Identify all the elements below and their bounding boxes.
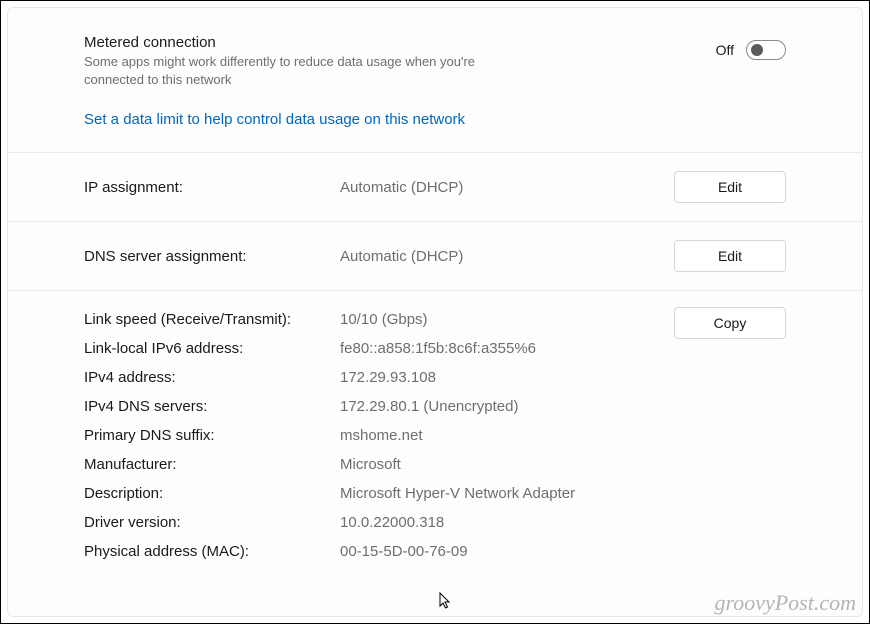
metered-connection-section: Metered connection Some apps might work … [8,8,862,153]
network-settings-panel: Metered connection Some apps might work … [7,7,863,617]
dns-assignment-row: DNS server assignment: Automatic (DHCP) … [8,222,862,291]
detail-label: Description: [84,485,340,502]
detail-label: Driver version: [84,514,340,531]
ip-assignment-value: Automatic (DHCP) [340,179,674,196]
metered-toggle[interactable] [746,40,786,60]
detail-line: IPv4 address: 172.29.93.108 [84,363,674,392]
detail-label: IPv4 DNS servers: [84,398,340,415]
metered-description: Some apps might work differently to redu… [84,53,504,89]
detail-label: Link-local IPv6 address: [84,340,340,357]
detail-value: 10.0.22000.318 [340,514,444,531]
detail-value: Microsoft [340,456,401,473]
detail-value: mshome.net [340,427,423,444]
ip-assignment-edit-button[interactable]: Edit [674,171,786,203]
data-limit-link[interactable]: Set a data limit to help control data us… [84,111,786,128]
detail-line: Primary DNS suffix: mshome.net [84,421,674,450]
network-details-section: Link speed (Receive/Transmit): 10/10 (Gb… [8,291,862,586]
detail-line: Manufacturer: Microsoft [84,450,674,479]
detail-label: Manufacturer: [84,456,340,473]
detail-line: IPv4 DNS servers: 172.29.80.1 (Unencrypt… [84,392,674,421]
ip-assignment-label: IP assignment: [84,179,340,196]
detail-value: 172.29.93.108 [340,369,436,386]
metered-title: Metered connection [84,34,716,51]
detail-line: Link-local IPv6 address: fe80::a858:1f5b… [84,334,674,363]
ip-assignment-row: IP assignment: Automatic (DHCP) Edit [8,153,862,222]
detail-line: Driver version: 10.0.22000.318 [84,508,674,537]
detail-value: Microsoft Hyper-V Network Adapter [340,485,575,502]
dns-assignment-value: Automatic (DHCP) [340,248,674,265]
detail-value: fe80::a858:1f5b:8c6f:a355%6 [340,340,536,357]
dns-assignment-label: DNS server assignment: [84,248,340,265]
detail-value: 00-15-5D-00-76-09 [340,543,468,560]
detail-value: 172.29.80.1 (Unencrypted) [340,398,518,415]
toggle-knob-icon [751,44,763,56]
detail-line: Description: Microsoft Hyper-V Network A… [84,479,674,508]
copy-button[interactable]: Copy [674,307,786,339]
detail-line: Physical address (MAC): 00-15-5D-00-76-0… [84,537,674,566]
dns-assignment-edit-button[interactable]: Edit [674,240,786,272]
detail-line: Link speed (Receive/Transmit): 10/10 (Gb… [84,305,674,334]
detail-label: Physical address (MAC): [84,543,340,560]
detail-label: IPv4 address: [84,369,340,386]
details-grid: Link speed (Receive/Transmit): 10/10 (Gb… [84,305,674,566]
metered-toggle-label: Off [716,42,734,58]
detail-value: 10/10 (Gbps) [340,311,428,328]
detail-label: Primary DNS suffix: [84,427,340,444]
detail-label: Link speed (Receive/Transmit): [84,311,340,328]
